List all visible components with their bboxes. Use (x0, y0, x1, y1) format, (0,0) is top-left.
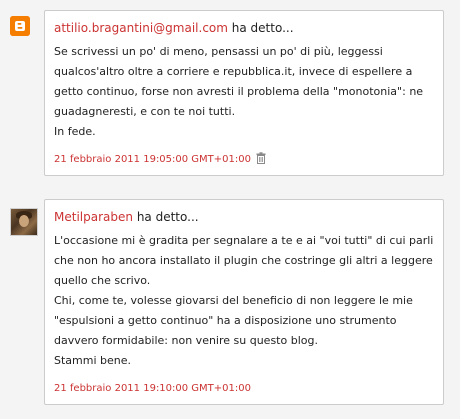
comment-body: L'occasione mi è gradita per segnalare a… (54, 231, 434, 371)
blogger-icon[interactable] (10, 16, 30, 36)
comment-paragraph: Chi, come te, volesse giovarsi del benef… (54, 294, 413, 347)
comment-paragraph: In fede. (54, 125, 96, 138)
comment-author-link[interactable]: attilio.bragantini@gmail.com (54, 21, 228, 35)
comment-paragraph: Stammi bene. (54, 354, 132, 367)
avatar-face (19, 215, 29, 227)
comment-paragraph: Se scrivessi un po' di meno, pensassi un… (54, 45, 424, 118)
comment-header: Metilparaben ha detto... (54, 208, 434, 226)
comment-says-label: ha detto... (231, 21, 294, 35)
comment-says-label: ha detto... (136, 210, 199, 224)
comment-footer: 21 febbraio 2011 19:05:00 GMT+01:00 (54, 152, 434, 170)
trash-icon[interactable] (256, 152, 266, 170)
comment-box: attilio.bragantini@gmail.com ha detto...… (44, 10, 444, 176)
comment-footer: 21 febbraio 2011 19:10:00 GMT+01:00 (54, 381, 434, 397)
comment-body: Se scrivessi un po' di meno, pensassi un… (54, 42, 434, 142)
comment-author-link[interactable]: Metilparaben (54, 210, 133, 224)
comment-box: Metilparaben ha detto... L'occasione mi … (44, 199, 444, 405)
comment-paragraph: L'occasione mi è gradita per segnalare a… (54, 234, 434, 287)
comment-timestamp-link[interactable]: 21 febbraio 2011 19:10:00 GMT+01:00 (54, 383, 251, 394)
user-avatar[interactable] (10, 208, 38, 236)
comment-header: attilio.bragantini@gmail.com ha detto... (54, 19, 434, 37)
comment-timestamp-link[interactable]: 21 febbraio 2011 19:05:00 GMT+01:00 (54, 154, 251, 165)
